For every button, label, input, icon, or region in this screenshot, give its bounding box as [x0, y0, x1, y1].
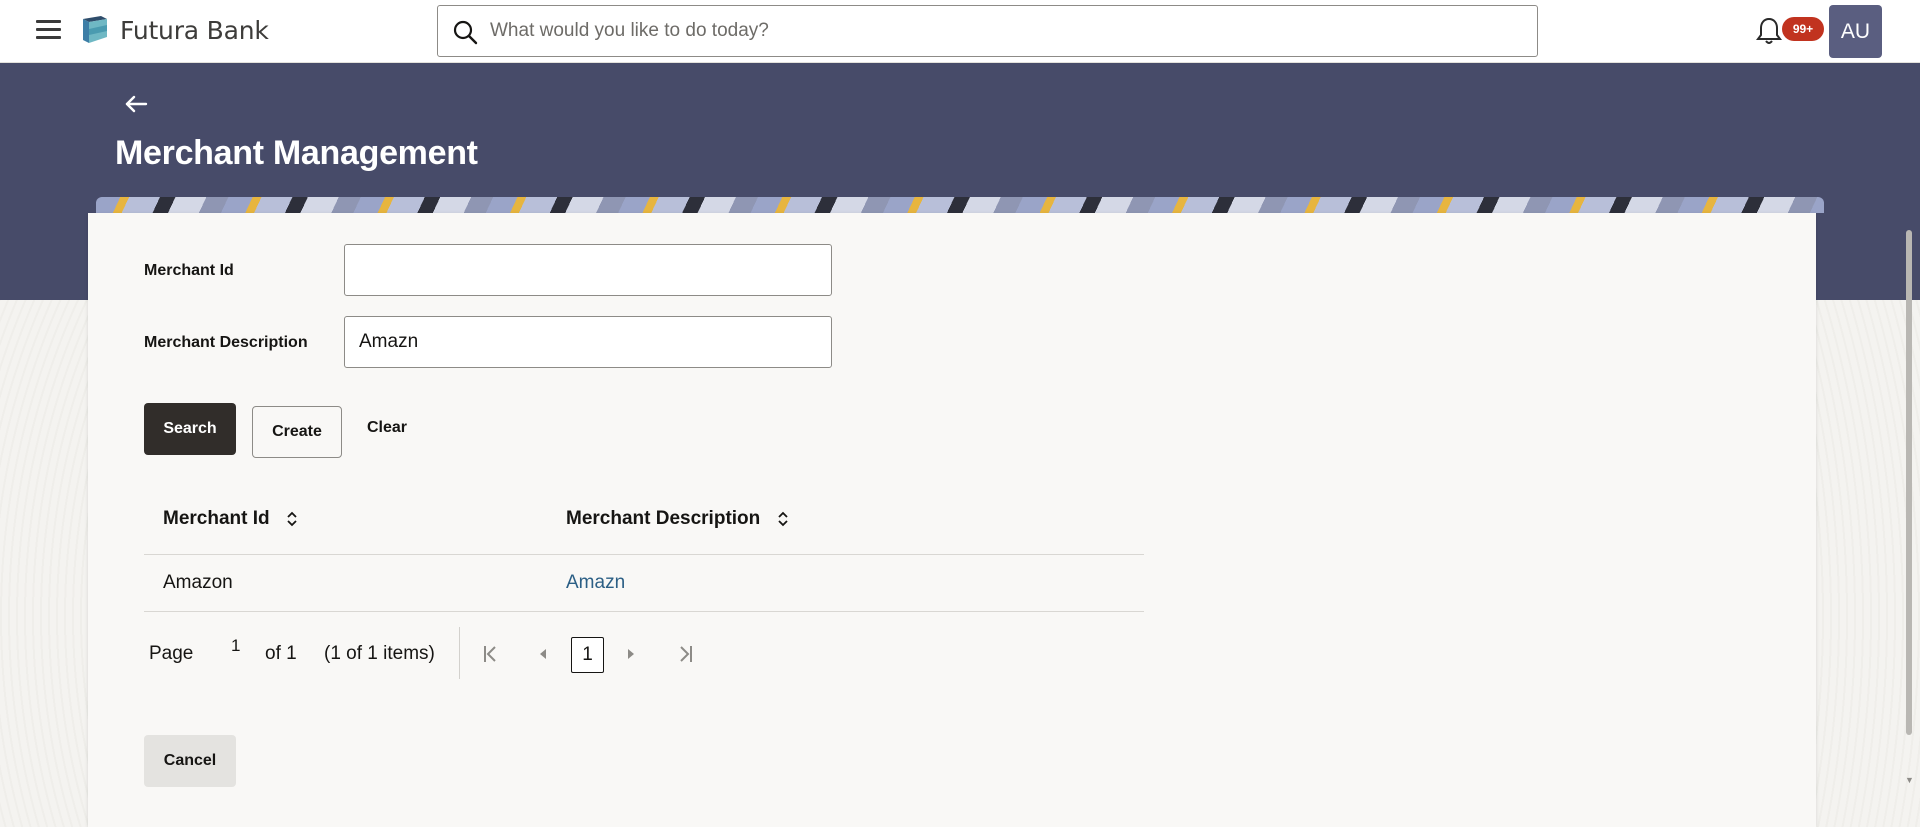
brand-name[interactable]: Futura Bank	[120, 16, 269, 45]
table-cell-merchant-description-link[interactable]: Amazn	[566, 572, 625, 594]
page-title: Merchant Management	[115, 134, 478, 172]
column-header-merchant-id[interactable]: Merchant Id	[163, 484, 299, 554]
scroll-down-icon[interactable]: ▼	[1905, 775, 1914, 785]
last-page-icon[interactable]	[672, 642, 696, 666]
merchant-id-label: Merchant Id	[144, 262, 234, 279]
merchant-description-label: Merchant Description	[144, 334, 308, 351]
pagination-total-pages: of 1	[265, 643, 297, 664]
column-header-label: Merchant Id	[163, 508, 270, 529]
first-page-icon[interactable]	[480, 642, 504, 666]
page-scrollbar[interactable]	[1906, 230, 1912, 735]
decorative-banner-pattern	[96, 197, 1824, 213]
hamburger-icon[interactable]	[36, 20, 61, 40]
avatar[interactable]: AU	[1829, 5, 1882, 58]
merchant-description-field[interactable]	[344, 316, 832, 368]
prev-page-icon[interactable]	[532, 642, 556, 666]
column-header-merchant-description[interactable]: Merchant Description	[566, 484, 790, 554]
row-divider	[144, 554, 1144, 555]
clear-button[interactable]: Clear	[358, 406, 416, 450]
sort-icon[interactable]	[285, 509, 299, 529]
arrow-left-icon[interactable]	[124, 92, 148, 116]
search-button[interactable]: Search	[144, 403, 236, 455]
global-search[interactable]	[437, 5, 1538, 57]
pagination-page-label: Page	[149, 643, 194, 664]
next-page-icon[interactable]	[618, 642, 642, 666]
pagination-page-input[interactable]: 1	[231, 636, 240, 656]
notification-badge[interactable]: 99+	[1782, 17, 1824, 41]
sort-icon[interactable]	[776, 509, 790, 529]
pagination-divider	[459, 627, 460, 679]
row-divider	[144, 611, 1144, 612]
pagination-current-page-button[interactable]: 1	[571, 637, 604, 673]
create-button[interactable]: Create	[252, 406, 342, 458]
futura-logo-icon	[83, 16, 107, 43]
column-header-label: Merchant Description	[566, 508, 761, 529]
table-cell-merchant-id: Amazon	[163, 572, 233, 593]
bell-icon[interactable]	[1756, 16, 1782, 46]
search-icon[interactable]	[452, 19, 478, 45]
pagination-items-summary: (1 of 1 items)	[324, 643, 435, 664]
search-input[interactable]	[490, 16, 1520, 46]
cancel-button[interactable]: Cancel	[144, 735, 236, 787]
merchant-search-card: Merchant Id Merchant Description Search …	[88, 213, 1816, 827]
top-navigation-bar: Futura Bank 99+ AU	[0, 0, 1920, 63]
merchant-id-field[interactable]	[344, 244, 832, 296]
